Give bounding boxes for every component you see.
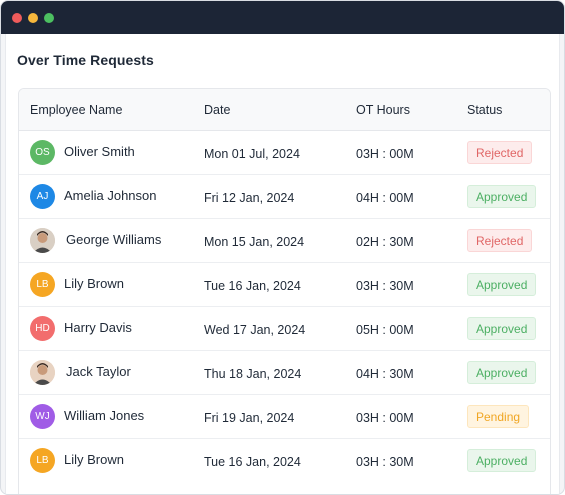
page-title: Over Time Requests xyxy=(17,52,154,68)
table-row[interactable]: Jack Taylor Thu 18 Jan, 2024 04H : 30M Appr… xyxy=(19,351,550,395)
ot-hours: 03H : 30M xyxy=(356,455,414,469)
status-badge: Approved xyxy=(467,449,537,472)
employee-name: Oliver Smith xyxy=(64,144,135,159)
avatar-photo xyxy=(30,228,55,253)
request-date: Tue 16 Jan, 2024 xyxy=(204,455,301,469)
column-header-date[interactable]: Date xyxy=(204,103,230,117)
request-date: Fri 19 Jan, 2024 xyxy=(204,411,295,425)
avatar: WJ xyxy=(30,404,55,429)
table-row[interactable]: George Williams Mon 15 Jan, 2024 02H : 30M… xyxy=(19,219,550,263)
status-badge: Rejected xyxy=(467,141,533,164)
status-badge: Approved xyxy=(467,317,537,340)
ot-hours: 03H : 00M xyxy=(356,147,414,161)
employee-name: George Williams xyxy=(66,232,162,247)
avatar: HD xyxy=(30,316,55,341)
person-photo-icon xyxy=(30,228,55,253)
table-row[interactable]: LB Lily Brown Tue 16 Jan, 2024 03H : 30M App… xyxy=(19,263,550,307)
avatar-photo xyxy=(30,360,55,385)
maximize-window-dot[interactable] xyxy=(44,12,54,23)
column-header-ot-hours[interactable]: OT Hours xyxy=(356,103,410,117)
employee-name: William Jones xyxy=(64,408,145,423)
status-badge: Approved xyxy=(467,185,537,208)
employee-name: Amelia Johnson xyxy=(64,188,157,203)
ot-hours: 04H : 00M xyxy=(356,191,414,205)
request-date: Mon 01 Jul, 2024 xyxy=(204,147,300,161)
app-window: Over Time Requests Employee Name Date OT… xyxy=(0,0,565,495)
table-body: OS Oliver Smith Mon 01 Jul, 2024 03H : 00M R… xyxy=(19,131,550,483)
ot-hours: 02H : 30M xyxy=(356,235,414,249)
request-date: Thu 18 Jan, 2024 xyxy=(204,367,302,381)
avatar: LB xyxy=(30,448,55,473)
close-window-dot[interactable] xyxy=(12,12,22,23)
avatar-initials: LB xyxy=(36,279,49,290)
avatar: AJ xyxy=(30,184,55,209)
request-date: Fri 12 Jan, 2024 xyxy=(204,191,295,205)
employee-name: Harry Davis xyxy=(64,320,132,335)
table-header: Employee Name Date OT Hours Status xyxy=(19,89,550,131)
request-date: Mon 15 Jan, 2024 xyxy=(204,235,305,249)
overtime-panel: Over Time Requests Employee Name Date OT… xyxy=(5,34,560,494)
window-titlebar xyxy=(1,1,564,34)
request-date: Tue 16 Jan, 2024 xyxy=(204,279,301,293)
ot-hours: 05H : 00M xyxy=(356,323,414,337)
avatar-initials: HD xyxy=(35,323,50,334)
table-row[interactable]: AJ Amelia Johnson Fri 12 Jan, 2024 04H : 00… xyxy=(19,175,550,219)
avatar: OS xyxy=(30,140,55,165)
status-badge: Pending xyxy=(467,405,530,428)
overtime-table: Employee Name Date OT Hours Status OS Oli… xyxy=(18,88,551,494)
table-row[interactable]: LB Lily Brown Tue 16 Jan, 2024 03H : 30M App… xyxy=(19,439,550,483)
employee-name: Jack Taylor xyxy=(66,364,131,379)
status-badge: Rejected xyxy=(467,229,533,252)
column-header-status[interactable]: Status xyxy=(467,103,502,117)
minimize-window-dot[interactable] xyxy=(28,12,38,23)
employee-name: Lily Brown xyxy=(64,452,124,467)
request-date: Wed 17 Jan, 2024 xyxy=(204,323,306,337)
person-photo-icon xyxy=(30,360,55,385)
employee-name: Lily Brown xyxy=(64,276,124,291)
avatar-initials: OS xyxy=(35,147,50,158)
ot-hours: 03H : 30M xyxy=(356,279,414,293)
table-row[interactable]: HD Harry Davis Wed 17 Jan, 2024 05H : 00M Ap… xyxy=(19,307,550,351)
status-badge: Approved xyxy=(467,361,537,384)
avatar-initials: WJ xyxy=(35,411,50,422)
table-row[interactable]: OS Oliver Smith Mon 01 Jul, 2024 03H : 00M R… xyxy=(19,131,550,175)
avatar-initials: AJ xyxy=(36,191,49,202)
column-header-employee-name[interactable]: Employee Name xyxy=(30,103,122,117)
ot-hours: 04H : 30M xyxy=(356,367,414,381)
avatar: LB xyxy=(30,272,55,297)
avatar-initials: LB xyxy=(36,455,49,466)
status-badge: Approved xyxy=(467,273,537,296)
table-row[interactable]: WJ William Jones Fri 19 Jan, 2024 03H : 00M… xyxy=(19,395,550,439)
ot-hours: 03H : 00M xyxy=(356,411,414,425)
